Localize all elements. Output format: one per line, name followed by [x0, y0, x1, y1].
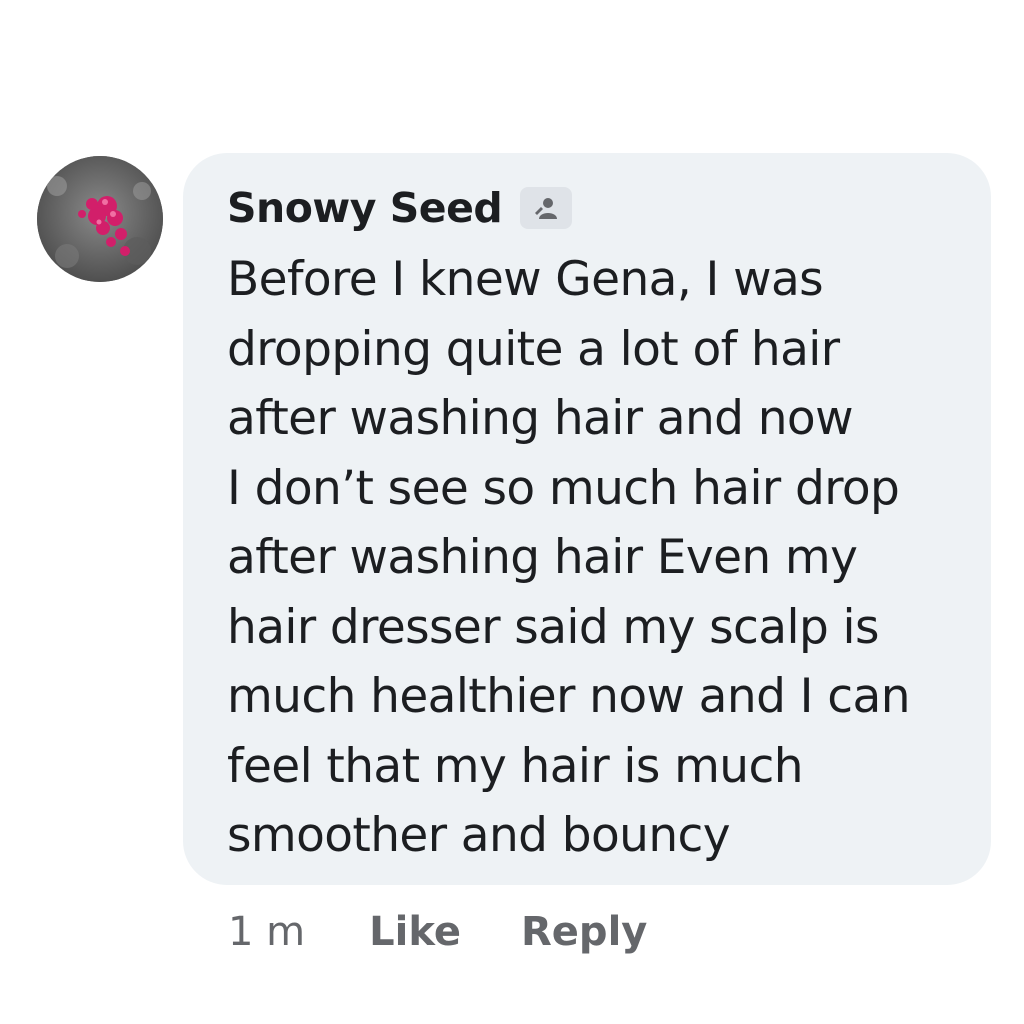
comment-body: Before I knew Gena, I was dropping quite…	[227, 252, 910, 863]
reply-button[interactable]: Reply	[521, 909, 647, 955]
comment-header: Snowy Seed	[227, 179, 961, 237]
avatar[interactable]	[37, 156, 163, 282]
like-button[interactable]: Like	[369, 909, 461, 955]
comment-author-name[interactable]: Snowy Seed	[227, 184, 503, 232]
profile-badge-icon	[520, 187, 573, 229]
comment-timestamp[interactable]: 1 m	[228, 909, 305, 955]
comment-actions: 1 m Like Reply	[228, 902, 647, 962]
comment-thread: Snowy Seed Before I knew Gena, I was dro…	[0, 0, 1024, 1024]
flower-avatar-icon	[37, 156, 163, 282]
comment-bubble: Snowy Seed Before I knew Gena, I was dro…	[183, 153, 991, 885]
